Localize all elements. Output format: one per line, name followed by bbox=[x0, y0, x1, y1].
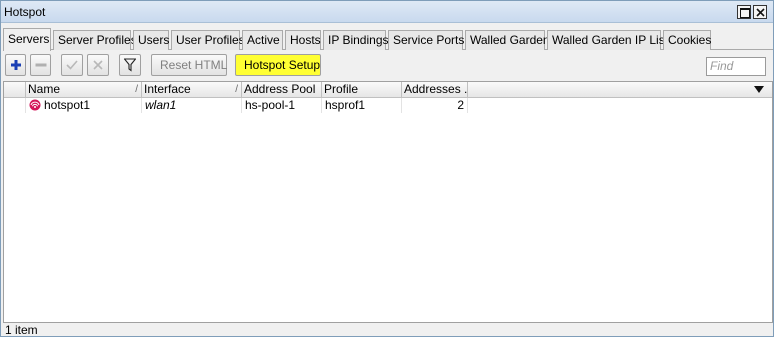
tab-service-ports[interactable]: Service Ports bbox=[388, 30, 464, 50]
tab-walled-garden[interactable]: Walled Garden bbox=[465, 30, 550, 50]
title-bar[interactable]: Hotspot bbox=[1, 1, 773, 23]
sort-indicator-icon: / bbox=[235, 84, 238, 95]
cell-name: hotspot1 bbox=[26, 98, 142, 113]
tab-bar: Servers Server Profiles Users User Profi… bbox=[3, 28, 773, 51]
status-bar: 1 item bbox=[3, 323, 773, 337]
hotspot-icon bbox=[29, 99, 41, 111]
tab-server-profiles[interactable]: Server Profiles bbox=[53, 30, 137, 50]
window-title: Hotspot bbox=[4, 5, 46, 19]
column-header-address-pool[interactable]: Address Pool bbox=[242, 82, 322, 98]
column-menu-dropdown-icon[interactable] bbox=[754, 86, 764, 93]
add-button[interactable] bbox=[5, 54, 26, 76]
tab-servers[interactable]: Servers bbox=[3, 28, 51, 51]
maximize-button[interactable] bbox=[737, 5, 751, 19]
sort-indicator-icon: / bbox=[135, 84, 138, 95]
cell-address-pool: hs-pool-1 bbox=[242, 98, 322, 113]
plus-icon bbox=[10, 60, 21, 70]
tab-users[interactable]: Users bbox=[133, 30, 169, 50]
table-header: Name / Interface / Address Pool Profile Ad… bbox=[4, 82, 772, 98]
row-marker-cell bbox=[4, 98, 26, 113]
reset-html-button[interactable]: Reset HTML bbox=[151, 54, 227, 76]
servers-table: Name / Interface / Address Pool Profile Ad… bbox=[3, 81, 773, 323]
tab-active[interactable]: Active bbox=[242, 30, 283, 50]
filter-button[interactable] bbox=[119, 54, 141, 76]
filter-icon bbox=[124, 58, 136, 72]
column-header-name[interactable]: Name / bbox=[26, 82, 142, 98]
checkmark-icon bbox=[66, 60, 78, 70]
tab-hosts[interactable]: Hosts bbox=[285, 30, 321, 50]
column-header-addresses[interactable]: Addresses ... bbox=[402, 82, 468, 98]
cell-addresses: 2 bbox=[402, 98, 468, 113]
remove-button[interactable] bbox=[30, 54, 51, 76]
header-spacer bbox=[4, 82, 26, 98]
table-row[interactable]: hotspot1 wlan1 hs-pool-1 hsprof1 2 bbox=[4, 98, 772, 113]
cell-interface: wlan1 bbox=[142, 98, 242, 113]
column-header-interface[interactable]: Interface / bbox=[142, 82, 242, 98]
find-input[interactable]: Find bbox=[706, 57, 766, 76]
tab-user-profiles[interactable]: User Profiles bbox=[171, 30, 245, 50]
close-icon bbox=[756, 8, 765, 17]
minus-icon bbox=[35, 63, 46, 67]
close-button[interactable] bbox=[753, 5, 767, 19]
disable-button[interactable] bbox=[87, 54, 109, 76]
enable-button[interactable] bbox=[61, 54, 83, 76]
toolbar: Reset HTML Hotspot Setup Find bbox=[3, 52, 773, 80]
cell-profile: hsprof1 bbox=[322, 98, 402, 113]
tab-cookies[interactable]: Cookies bbox=[663, 30, 711, 50]
item-count: 1 item bbox=[5, 323, 38, 337]
hotspot-window: Hotspot Servers Server Profiles Users Us… bbox=[0, 0, 774, 337]
tab-ip-bindings[interactable]: IP Bindings bbox=[323, 30, 389, 50]
tab-walled-garden-ip-list[interactable]: Walled Garden IP List bbox=[547, 30, 668, 50]
cross-icon bbox=[93, 60, 103, 70]
column-header-profile[interactable]: Profile bbox=[322, 82, 402, 98]
hotspot-setup-button[interactable]: Hotspot Setup bbox=[235, 54, 321, 76]
